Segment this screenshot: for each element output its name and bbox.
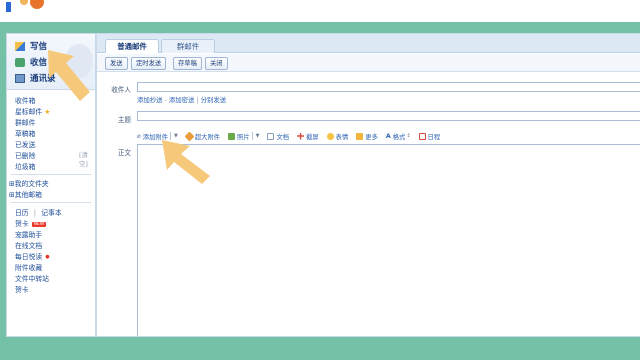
more-button[interactable]: 更多: [356, 132, 378, 141]
sidebar-item-card[interactable]: 贺卡: [15, 284, 29, 294]
paperclip-icon: ⌀: [137, 132, 141, 140]
subject-label: 主题: [117, 116, 131, 124]
divider: [11, 202, 91, 203]
sidebar-item-drafts[interactable]: 草稿箱: [15, 128, 35, 138]
add-bcc-link[interactable]: 添加密送: [169, 96, 195, 104]
sidebar-item-deleted[interactable]: 已删除: [15, 150, 35, 160]
smiley-icon: [326, 132, 334, 140]
format-button[interactable]: A 格式 ↕: [386, 132, 411, 141]
sidebar-item-attachment-fav[interactable]: 附件收藏: [15, 262, 42, 272]
inbox-icon: [15, 57, 25, 67]
tab-normal-mail[interactable]: 普通邮件: [105, 39, 159, 53]
subject-input[interactable]: [137, 111, 640, 121]
recipient-input[interactable]: [137, 82, 640, 92]
compose-button[interactable]: 写信: [15, 39, 47, 53]
separate-send-link[interactable]: 分别发送: [201, 96, 227, 104]
sidebar-item-docs[interactable]: 在线文档: [15, 240, 42, 250]
sidebar-item-group-mail[interactable]: 群邮件: [15, 117, 35, 127]
photo-icon: [228, 132, 236, 140]
sidebar-item-daily-read[interactable]: 每日悦读 ●: [15, 251, 50, 261]
tab-bar: 普通邮件 群邮件: [97, 34, 640, 53]
schedule-button[interactable]: 日程: [418, 132, 440, 141]
recipient-options: 添加抄送 - 添加密送 | 分别发送: [137, 96, 227, 104]
body-label: 正文: [117, 149, 131, 157]
document-icon: [267, 132, 275, 140]
font-a-icon: A: [385, 132, 391, 140]
emoji-button[interactable]: 表情: [326, 132, 348, 141]
address-book-icon: [15, 73, 25, 83]
pointer-arrow-icon: [162, 140, 210, 184]
scissors-icon: [297, 132, 305, 140]
recipient-label: 收件人: [111, 86, 131, 94]
save-draft-button[interactable]: 存草稿: [173, 57, 202, 70]
sidebar-item-inbox[interactable]: 收件箱: [15, 95, 35, 105]
toggle-arrow-icon: ↕: [406, 133, 411, 139]
pointer-arrow-icon: [48, 50, 90, 101]
scheduled-send-button[interactable]: 定时发送: [131, 57, 167, 70]
tools-row-calendar: 日历 | 记事本: [15, 209, 62, 217]
receive-button[interactable]: 收信: [15, 55, 47, 69]
mail-logo: [6, 0, 56, 14]
photo-button[interactable]: 照片 ▼: [228, 132, 259, 141]
tab-group-mail[interactable]: 群邮件: [161, 39, 215, 53]
more-icon: [356, 132, 364, 140]
add-cc-link[interactable]: 添加抄送: [137, 96, 163, 104]
chevron-down-icon[interactable]: ▼: [256, 133, 260, 139]
new-badge: NEW: [31, 221, 47, 227]
sidebar-item-file-transfer[interactable]: 文件中转站: [15, 273, 49, 283]
top-header: [0, 0, 640, 22]
sidebar-item-my-folders[interactable]: ⊞我的文件夹: [9, 178, 49, 188]
unread-dot: ●: [45, 254, 50, 260]
pen-icon: [15, 41, 25, 51]
document-button[interactable]: 文档: [267, 132, 289, 141]
empty-trash-link[interactable]: [清空]: [79, 150, 95, 168]
notebook-link[interactable]: 记事本: [41, 209, 61, 217]
sidebar-item-other-mailboxes[interactable]: ⊞其他邮箱: [9, 189, 42, 199]
star-icon: ★: [44, 108, 51, 116]
divider: [11, 174, 91, 175]
sidebar-item-spam[interactable]: 垃圾箱: [15, 161, 35, 171]
compose-toolbar: 发送 定时发送 存草稿 关闭: [97, 54, 640, 72]
sidebar-item-starred[interactable]: 星标邮件 ★: [15, 106, 50, 116]
calendar-link[interactable]: 日历: [15, 209, 29, 217]
sidebar-item-sent[interactable]: 已发送: [15, 139, 35, 149]
sidebar-item-postcard[interactable]: 贺卡 NEW: [15, 218, 47, 228]
sidebar-item-reminder[interactable]: 宠露助手: [15, 229, 42, 239]
send-button[interactable]: 发送: [105, 57, 128, 70]
close-button[interactable]: 关闭: [205, 57, 228, 70]
screenshot-button[interactable]: 截屏: [297, 132, 319, 141]
calendar-icon: [418, 132, 426, 140]
